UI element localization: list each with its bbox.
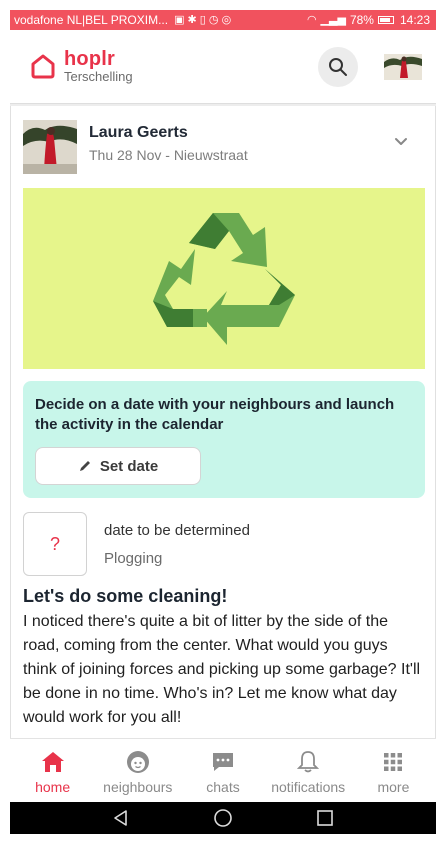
battery-level: 78%	[349, 13, 374, 27]
hoplr-logo[interactable]: hoplr Terschelling	[30, 49, 133, 84]
neighbourhood-name: Terschelling	[64, 69, 133, 85]
clock: 14:23	[399, 13, 430, 27]
post-card: Laura Geerts Thu 28 Nov - Nieuwstraat De…	[10, 106, 436, 740]
nav-neighbours-label: neighbours	[103, 779, 173, 795]
bottom-nav: home neighbours chats notifications more	[10, 738, 436, 802]
post-author-row: Laura Geerts Thu 28 Nov - Nieuwstraat	[23, 120, 425, 176]
nav-notifications[interactable]: notifications	[266, 739, 351, 802]
set-date-label: Set date	[99, 457, 159, 475]
chevron-down-icon[interactable]	[391, 132, 411, 152]
house-logo-icon	[31, 54, 55, 79]
signal-icon: ▁▃▅	[320, 13, 346, 26]
battery-icon	[377, 16, 394, 24]
post-meta: Thu 28 Nov - Nieuwstraat	[89, 147, 248, 163]
post-image	[23, 188, 425, 369]
wifi-icon: ◠	[306, 13, 317, 26]
home-circle-icon[interactable]	[213, 808, 233, 828]
author-name[interactable]: Laura Geerts	[89, 124, 248, 142]
event-info: ? date to be determined Plogging	[23, 512, 425, 578]
profile-avatar[interactable]	[384, 53, 422, 80]
status-bar: vodafone NL|BEL PROXIM... ▣ ✱ ▯ ◷ ◎ ◠ ▁▃…	[10, 10, 436, 30]
author-avatar[interactable]	[23, 120, 77, 174]
grid-icon	[384, 753, 403, 771]
back-icon[interactable]	[112, 809, 130, 827]
nav-more[interactable]: more	[351, 739, 436, 802]
brand-name: hoplr	[64, 48, 115, 71]
phone-screen: vodafone NL|BEL PROXIM... ▣ ✱ ▯ ◷ ◎ ◠ ▁▃…	[10, 10, 436, 834]
carrier-name: vodafone NL|BEL PROXIM...	[14, 13, 169, 27]
chat-icon	[213, 753, 233, 771]
nav-more-label: more	[377, 779, 410, 795]
pencil-icon	[79, 461, 90, 471]
recycle-icon	[153, 212, 295, 345]
post-body: I noticed there's quite a bit of litter …	[23, 613, 421, 726]
home-icon	[41, 752, 64, 772]
event-date: date to be determined	[104, 522, 250, 539]
recents-icon[interactable]	[316, 809, 334, 827]
notification-icons: ▣ ✱ ▯ ◷ ◎	[174, 13, 232, 26]
nav-chats[interactable]: chats	[180, 739, 265, 802]
nav-neighbours[interactable]: neighbours	[95, 739, 180, 802]
app-header: hoplr Terschelling	[10, 30, 436, 104]
date-callout: Decide on a date with your neighbours an…	[23, 381, 425, 498]
system-nav-bar	[10, 802, 436, 834]
nav-home[interactable]: home	[10, 739, 95, 802]
callout-text: Decide on a date with your neighbours an…	[35, 396, 395, 433]
nav-chats-label: chats	[206, 779, 240, 795]
event-type: Plogging	[104, 550, 163, 567]
date-placeholder-box: ?	[23, 512, 87, 576]
bell-icon	[297, 751, 320, 773]
face-icon	[126, 751, 149, 773]
post-title: Let's do some cleaning!	[23, 586, 228, 606]
nav-notifications-label: notifications	[271, 779, 346, 795]
nav-home-label: home	[35, 779, 71, 795]
search-button[interactable]	[318, 46, 358, 87]
set-date-button[interactable]: Set date	[35, 447, 201, 485]
search-icon	[329, 57, 347, 76]
